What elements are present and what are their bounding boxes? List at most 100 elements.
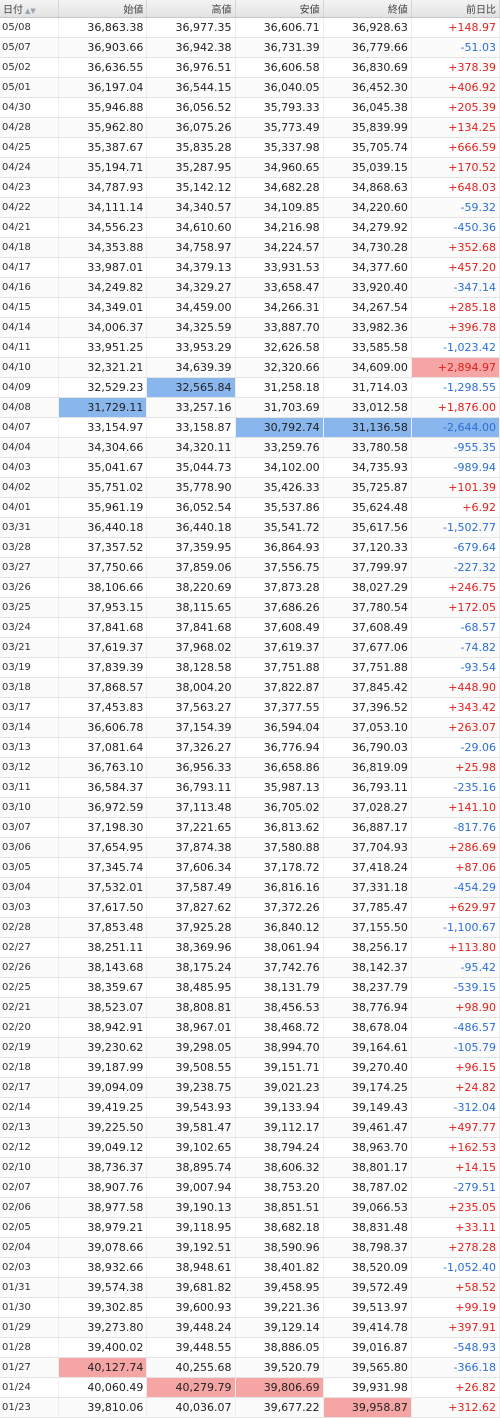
table-row[interactable]: 02/26 38,143.68 38,175.24 37,742.76 38,142.3… [0, 957, 500, 978]
table-row[interactable]: 03/28 37,357.52 37,359.95 36,864.93 37,120.3… [0, 537, 500, 558]
column-header-open[interactable]: 始値 [58, 0, 148, 18]
cell-close: 34,730.28 [323, 237, 412, 258]
column-header-close[interactable]: 終値 [323, 0, 412, 18]
table-row[interactable]: 03/21 37,619.37 37,968.02 37,619.37 37,677.0… [0, 637, 500, 658]
table-row[interactable]: 04/18 34,353.88 34,758.97 34,224.57 34,730.2… [0, 237, 500, 258]
column-header-low[interactable]: 安値 [235, 0, 324, 18]
table-row[interactable]: 04/25 35,387.67 35,835.28 35,337.98 35,705.7… [0, 137, 500, 158]
cell-date: 02/05 [0, 1217, 60, 1238]
table-row[interactable]: 03/25 37,953.15 38,115.65 37,686.26 37,780.5… [0, 597, 500, 618]
table-row[interactable]: 02/21 38,523.07 38,808.81 38,456.53 38,776.9… [0, 997, 500, 1018]
table-row[interactable]: 04/03 35,041.67 35,044.73 34,102.00 34,735.9… [0, 457, 500, 478]
cell-close: 39,572.49 [323, 1277, 412, 1298]
table-row[interactable]: 02/28 37,853.48 37,925.28 36,840.12 37,155.5… [0, 917, 500, 938]
table-row[interactable]: 03/04 37,532.01 37,587.49 36,816.16 37,331.1… [0, 877, 500, 898]
cell-change: -1,298.55 [411, 377, 500, 398]
table-row[interactable]: 03/31 36,440.18 36,440.18 35,541.72 35,617.5… [0, 517, 500, 538]
table-row[interactable]: 04/02 35,751.02 35,778.90 35,426.33 35,725.8… [0, 477, 500, 498]
table-row[interactable]: 02/20 38,942.91 38,967.01 38,468.72 38,678.0… [0, 1017, 500, 1038]
cell-open: 37,654.95 [58, 837, 148, 858]
table-row[interactable]: 04/10 32,321.21 34,639.39 32,320.66 34,609.0… [0, 357, 500, 378]
cell-open: 38,977.58 [58, 1197, 148, 1218]
column-header-high[interactable]: 高値 [146, 0, 236, 18]
table-row[interactable]: 03/05 37,345.74 37,606.34 37,178.72 37,418.2… [0, 857, 500, 878]
table-row[interactable]: 02/18 39,187.99 39,508.55 39,151.71 39,270.4… [0, 1057, 500, 1078]
cell-open: 37,453.83 [58, 697, 148, 718]
table-row[interactable]: 04/01 35,961.19 36,052.54 35,537.86 35,624.4… [0, 497, 500, 518]
table-row[interactable]: 03/26 38,106.66 38,220.69 37,873.28 38,027.2… [0, 577, 500, 598]
table-row[interactable]: 01/23 39,810.06 40,036.07 39,677.22 39,958.8… [0, 1397, 500, 1418]
table-row[interactable]: 02/27 38,251.11 38,369.96 38,061.94 38,256.1… [0, 937, 500, 958]
table-row[interactable]: 03/12 36,763.10 36,956.33 36,658.86 36,819.0… [0, 757, 500, 778]
cell-close: 38,520.09 [323, 1257, 412, 1278]
table-row[interactable]: 02/25 38,359.67 38,485.95 38,131.79 38,237.7… [0, 977, 500, 998]
table-row[interactable]: 03/03 37,617.50 37,827.62 37,372.26 37,785.4… [0, 897, 500, 918]
table-row[interactable]: 04/04 34,304.66 34,320.11 33,259.76 33,780.5… [0, 437, 500, 458]
table-row[interactable]: 02/13 39,225.50 39,581.47 39,112.17 39,461.4… [0, 1117, 500, 1138]
cell-low: 37,751.88 [235, 657, 324, 678]
table-row[interactable]: 04/22 34,111.14 34,340.57 34,109.85 34,220.6… [0, 197, 500, 218]
table-row[interactable]: 04/07 33,154.97 33,158.87 30,792.74 31,136.5… [0, 417, 500, 438]
table-row[interactable]: 01/29 39,273.80 39,448.24 39,129.14 39,414.7… [0, 1317, 500, 1338]
table-row[interactable]: 02/06 38,977.58 39,190.13 38,851.51 39,066.5… [0, 1197, 500, 1218]
table-row[interactable]: 03/27 37,750.66 37,859.06 37,556.75 37,799.9… [0, 557, 500, 578]
cell-date: 03/25 [0, 597, 60, 618]
table-row[interactable]: 03/11 36,584.37 36,793.11 35,987.13 36,793.1… [0, 777, 500, 798]
cell-low: 32,320.66 [235, 357, 324, 378]
table-row[interactable]: 03/18 37,868.57 38,004.20 37,822.87 37,845.4… [0, 677, 500, 698]
table-row[interactable]: 04/14 34,006.37 34,325.59 33,887.70 33,982.3… [0, 317, 500, 338]
table-row[interactable]: 02/03 38,932.66 38,948.61 38,401.82 38,520.0… [0, 1257, 500, 1278]
cell-close: 34,377.60 [323, 257, 412, 278]
cell-close: 36,452.30 [323, 77, 412, 98]
table-row[interactable]: 01/27 40,127.74 40,255.68 39,520.79 39,565.8… [0, 1357, 500, 1378]
table-row[interactable]: 02/19 39,230.62 39,298.05 38,994.70 39,164.6… [0, 1037, 500, 1058]
sort-arrows-icon[interactable]: ▲▼ [25, 7, 36, 15]
cell-open: 39,094.09 [58, 1077, 148, 1098]
table-row[interactable]: 03/19 37,839.39 38,128.58 37,751.88 37,751.8… [0, 657, 500, 678]
table-row[interactable]: 01/31 39,574.38 39,681.82 39,458.95 39,572.4… [0, 1277, 500, 1298]
table-row[interactable]: 02/14 39,419.25 39,543.93 39,133.94 39,149.4… [0, 1097, 500, 1118]
table-row[interactable]: 04/09 32,529.23 32,565.84 31,258.18 31,714.0… [0, 377, 500, 398]
table-row[interactable]: 03/06 37,654.95 37,874.38 37,580.88 37,704.9… [0, 837, 500, 858]
table-row[interactable]: 03/10 36,972.59 37,113.48 36,705.02 37,028.2… [0, 797, 500, 818]
column-header-change[interactable]: 前日比 [411, 0, 500, 18]
table-row[interactable]: 04/30 35,946.88 36,056.52 35,793.33 36,045.3… [0, 97, 500, 118]
table-row[interactable]: 02/07 38,907.76 39,007.94 38,753.20 38,787.0… [0, 1177, 500, 1198]
table-row[interactable]: 04/15 34,349.01 34,459.00 34,266.31 34,267.5… [0, 297, 500, 318]
cell-open: 38,736.37 [58, 1157, 148, 1178]
table-row[interactable]: 03/13 37,081.64 37,326.27 36,776.94 36,790.0… [0, 737, 500, 758]
table-row[interactable]: 05/07 36,903.66 36,942.38 36,731.39 36,779.6… [0, 37, 500, 58]
table-row[interactable]: 03/17 37,453.83 37,563.27 37,377.55 37,396.5… [0, 697, 500, 718]
cell-open: 37,345.74 [58, 857, 148, 878]
table-row[interactable]: 03/24 37,841.68 37,841.68 37,608.49 37,608.4… [0, 617, 500, 638]
table-row[interactable]: 04/08 31,729.11 33,257.16 31,703.69 33,012.5… [0, 397, 500, 418]
table-row[interactable]: 05/02 36,636.55 36,976.51 36,606.58 36,830.6… [0, 57, 500, 78]
table-row[interactable]: 02/12 39,049.12 39,102.65 38,794.24 38,963.7… [0, 1137, 500, 1158]
table-row[interactable]: 01/28 39,400.02 39,448.55 38,886.05 39,016.8… [0, 1337, 500, 1358]
table-row[interactable]: 05/08 36,863.38 36,977.35 36,606.71 36,928.6… [0, 17, 500, 38]
table-row[interactable]: 02/17 39,094.09 39,238.75 39,021.23 39,174.2… [0, 1077, 500, 1098]
table-row[interactable]: 03/07 37,198.30 37,221.65 36,813.62 36,887.1… [0, 817, 500, 838]
table-row[interactable]: 02/05 38,979.21 39,118.95 38,682.18 38,831.4… [0, 1217, 500, 1238]
table-row[interactable]: 04/11 33,951.25 33,953.29 32,626.58 33,585.5… [0, 337, 500, 358]
table-row[interactable]: 05/01 36,197.04 36,544.15 36,040.05 36,452.3… [0, 77, 500, 98]
cell-close: 37,780.54 [323, 597, 412, 618]
table-row[interactable]: 03/14 36,606.78 37,154.39 36,594.04 37,053.1… [0, 717, 500, 738]
cell-open: 35,194.71 [58, 157, 148, 178]
table-row[interactable]: 02/04 39,078.66 39,192.51 38,590.96 38,798.3… [0, 1237, 500, 1258]
table-row[interactable]: 01/30 39,302.85 39,600.93 39,221.36 39,513.9… [0, 1297, 500, 1318]
cell-change: +2,894.97 [411, 357, 500, 378]
column-header-date[interactable]: 日付 ▲▼ [0, 0, 60, 18]
table-row[interactable]: 04/17 33,987.01 34,379.13 33,931.53 34,377.6… [0, 257, 500, 278]
table-row[interactable]: 04/16 34,249.82 34,329.27 33,658.47 33,920.4… [0, 277, 500, 298]
cell-low: 36,040.05 [235, 77, 324, 98]
cell-change: +96.15 [411, 1057, 500, 1078]
table-row[interactable]: 04/28 35,962.80 36,075.26 35,773.49 35,839.9… [0, 117, 500, 138]
cell-low: 38,851.51 [235, 1197, 324, 1218]
table-row[interactable]: 04/23 34,787.93 35,142.12 34,682.28 34,868.6… [0, 177, 500, 198]
table-row[interactable]: 02/10 38,736.37 38,895.74 38,606.32 38,801.1… [0, 1157, 500, 1178]
table-row[interactable]: 04/24 35,194.71 35,287.95 34,960.65 35,039.1… [0, 157, 500, 178]
cell-open: 39,810.06 [58, 1397, 148, 1418]
cell-close: 31,714.03 [323, 377, 412, 398]
table-row[interactable]: 04/21 34,556.23 34,610.60 34,216.98 34,279.9… [0, 217, 500, 238]
